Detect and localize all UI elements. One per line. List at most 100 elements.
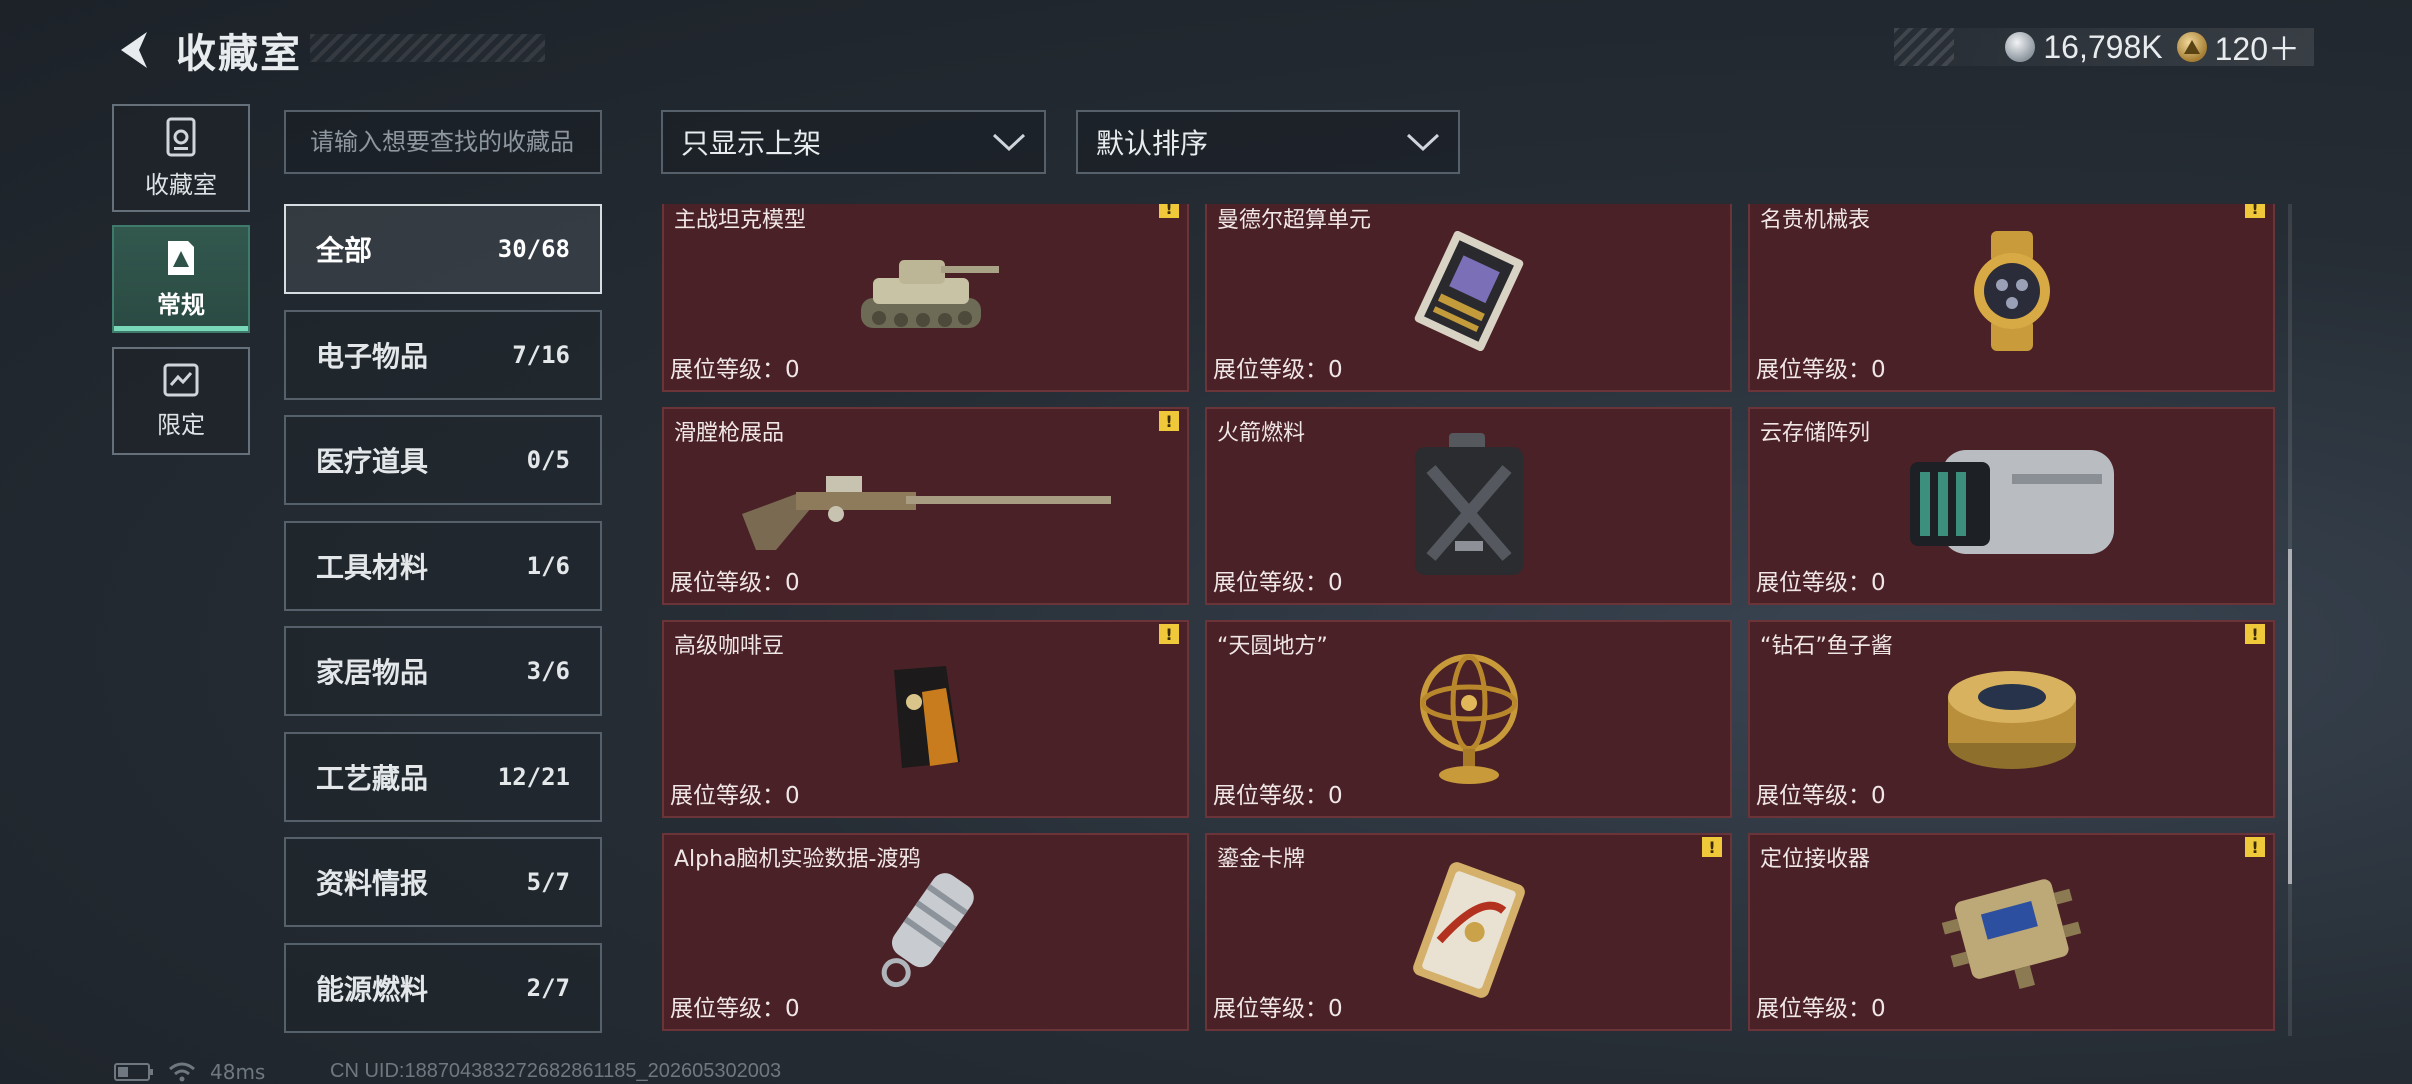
category-household[interactable]: 家居物品 3/6 [284,626,602,716]
item-level: 展位等级：0 [1213,783,1343,809]
item-level: 展位等级：0 [670,996,800,1022]
category-name: 工具材料 [316,551,429,584]
category-count: 2/7 [526,974,570,1002]
category-electronics[interactable]: 电子物品 7/16 [284,310,602,400]
warning-icon: ! [2245,837,2265,857]
item-name: 鎏金卡牌 [1217,847,1306,872]
grid-scrollbar-thumb[interactable] [2288,549,2292,884]
category-crafts[interactable]: 工艺藏品 12/21 [284,732,602,822]
status-bar: 48ms [114,1060,265,1084]
category-energy[interactable]: 能源燃料 2/7 [284,943,602,1033]
musket-icon [736,454,1116,558]
search-input[interactable] [310,128,600,156]
search-box[interactable] [284,110,602,174]
item-level: 展位等级：0 [1756,996,1886,1022]
supercomputer-unit-icon [1409,230,1529,355]
item-level: 展位等级：0 [1756,570,1886,596]
warning-icon: ! [1702,837,1722,857]
locator-receiver-icon [1941,865,2082,999]
collection-card[interactable]: 曼德尔超算单元 展位等级：0 [1205,204,1732,392]
category-count: 0/5 [526,446,570,474]
item-name: 主战坦克模型 [674,208,807,233]
collection-card[interactable]: 主战坦克模型 展位等级：0 ! [662,204,1189,392]
warning-icon: ! [1159,204,1179,218]
item-name: “钻石”鱼子酱 [1760,634,1893,659]
display-filter-value: 只显示上架 [681,127,822,160]
item-level: 展位等级：0 [670,570,800,596]
sidebar-item-limited[interactable]: 限定 [112,347,250,455]
category-medical[interactable]: 医疗道具 0/5 [284,415,602,505]
category-count: 30/68 [497,235,570,263]
category-name: 能源燃料 [316,973,429,1006]
category-name: 工艺藏品 [316,762,429,795]
item-name: Alpha脑机实验数据-渡鸦 [674,847,921,872]
collection-card[interactable]: “钻石”鱼子酱 展位等级：0 ! [1748,620,2275,818]
category-name: 医疗道具 [316,445,429,478]
item-level: 展位等级：0 [670,783,800,809]
item-name: 曼德尔超算单元 [1217,208,1372,233]
back-button[interactable] [110,27,156,73]
collection-room-icon [166,117,196,156]
category-name: 资料情报 [316,867,429,900]
category-intel[interactable]: 资料情报 5/7 [284,837,602,927]
category-all[interactable]: 全部 30/68 [284,204,602,294]
category-name: 电子物品 [316,340,429,373]
collection-card[interactable]: “天圆地方” 展位等级：0 [1205,620,1732,818]
sidebar-item-collection-room[interactable]: 收藏室 [112,104,250,212]
category-count: 1/6 [526,552,570,580]
collection-card[interactable]: Alpha脑机实验数据-渡鸦 展位等级：0 [662,833,1189,1031]
tank-model-icon [851,236,1001,350]
sort-dropdown[interactable]: 默认排序 [1076,110,1460,174]
display-filter-dropdown[interactable]: 只显示上架 [661,110,1046,174]
silver-coin-icon [2005,32,2036,62]
category-count: 7/16 [512,341,570,369]
grid-scrollbar[interactable] [2288,204,2292,1036]
silver-currency-value: 16,798K [2043,28,2163,65]
regular-icon [168,240,194,275]
collection-card[interactable]: 高级咖啡豆 展位等级：0 ! [662,620,1189,818]
gold-currency-value: 120＋ [2214,31,2300,67]
user-uid: CN UID:18870438327268286118​5_2026053020… [330,1060,782,1082]
item-name: 滑膛枪展品 [674,421,785,446]
fuel-canister-icon [1409,429,1529,583]
silver-currency[interactable]: 16,798K [2005,28,2163,66]
item-level: 展位等级：0 [1213,570,1343,596]
sidebar-item-label: 常规 [157,290,205,319]
collection-card[interactable]: 定位接收器 展位等级：0 ! [1748,833,2275,1031]
item-name: “天圆地方” [1217,634,1328,659]
category-count: 12/21 [497,763,570,791]
limited-icon [163,363,199,396]
gold-coin-icon [2176,32,2207,62]
sidebar-item-label: 收藏室 [145,170,217,199]
sort-value: 默认排序 [1096,127,1209,160]
chevron-down-icon [992,133,1026,152]
item-name: 名贵机械表 [1760,208,1871,233]
gold-currency[interactable]: 120＋ [2176,24,2300,70]
mechanical-watch-icon [1957,229,2067,357]
collection-card[interactable]: 鎏金卡牌 展位等级：0 ! [1205,833,1732,1031]
back-arrow-icon [121,32,147,68]
sidebar-item-label: 限定 [157,410,205,439]
wifi-icon [169,1062,195,1082]
category-count: 5/7 [526,868,570,896]
category-tools[interactable]: 工具材料 1/6 [284,521,602,611]
collection-card[interactable]: 滑膛枪展品 展位等级：0 ! [662,407,1189,605]
currency-bar: 16,798K 120＋ [1894,28,2314,67]
category-count: 3/6 [526,657,570,685]
warning-icon: ! [1159,411,1179,431]
header: 收藏室 [110,24,302,77]
collection-card[interactable]: 火箭燃料 展位等级：0 [1205,407,1732,605]
item-name: 火箭燃料 [1217,421,1306,446]
coffee-bag-icon [886,662,966,776]
sidebar-item-regular[interactable]: 常规 [112,225,250,333]
item-level: 展位等级：0 [1756,357,1886,383]
storage-array-icon [1902,444,2122,568]
data-capsule-icon [861,860,991,1004]
collection-card[interactable]: 名贵机械表 展位等级：0 ! [1748,204,2275,392]
chevron-down-icon [1406,133,1440,152]
warning-icon: ! [1159,624,1179,644]
item-level: 展位等级：0 [1213,996,1343,1022]
caviar-tin-icon [1942,657,2082,781]
collection-grid: 主战坦克模型 展位等级：0 ! 曼德尔超算单元 展位等级：0 名贵机械表 展位等… [660,204,2276,1036]
collection-card[interactable]: 云存储阵列 展位等级：0 [1748,407,2275,605]
